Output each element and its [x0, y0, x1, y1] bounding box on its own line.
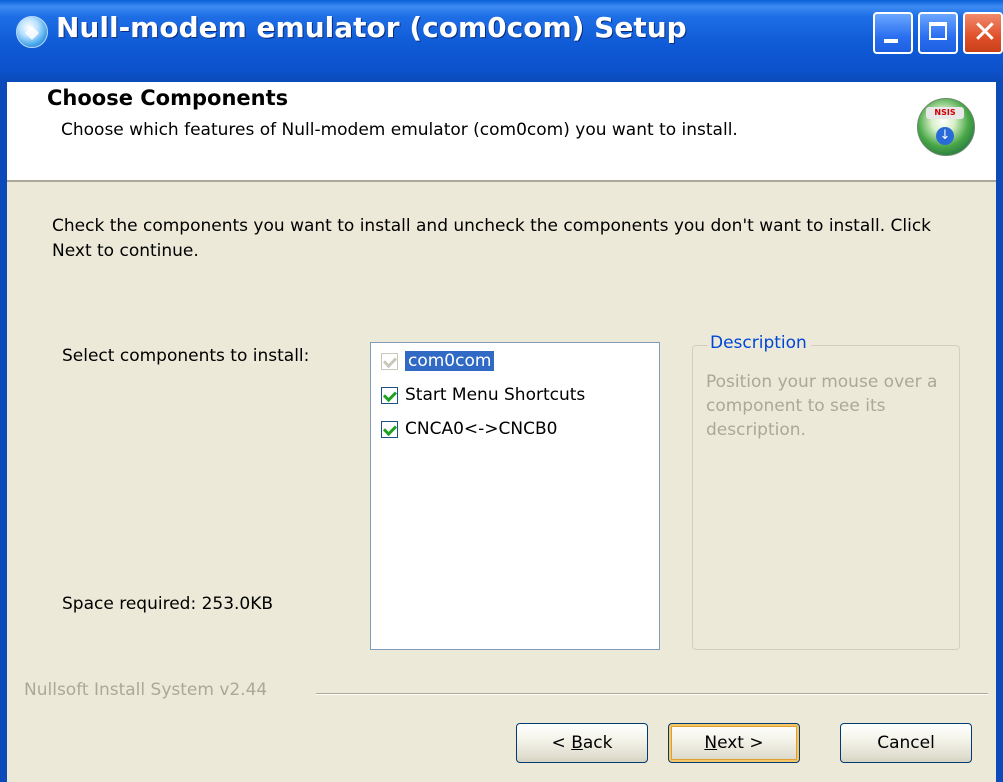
back-button[interactable]: < Back — [516, 723, 648, 763]
page-title: Choose Components — [47, 86, 289, 110]
window-border-right — [996, 82, 1003, 782]
component-label: CNCA0<->CNCB0 — [405, 419, 558, 439]
window-border-left — [0, 82, 7, 782]
title-bar[interactable]: Null-modem emulator (com0com) Setup ✕ — [0, 0, 1003, 82]
next-label-rest: ext > — [717, 733, 764, 753]
branding-text: Nullsoft Install System v2.44 — [24, 680, 268, 700]
header-panel: Choose Components Choose which features … — [7, 82, 996, 182]
back-prefix: < — [551, 733, 572, 753]
component-item-start-menu-shortcuts[interactable]: Start Menu Shortcuts — [381, 381, 585, 409]
minimize-icon — [884, 39, 898, 43]
checkbox-cnca0-cncb0[interactable] — [381, 420, 398, 438]
close-icon: ✕ — [972, 15, 998, 50]
window-title: Null-modem emulator (com0com) Setup — [56, 11, 687, 44]
maximize-button[interactable] — [918, 12, 958, 54]
component-label: com0com — [405, 351, 495, 371]
nsis-installer-icon: NSIS ↓ — [917, 98, 975, 156]
back-accelerator: B — [571, 733, 583, 753]
close-button[interactable]: ✕ — [963, 12, 1003, 54]
cancel-button[interactable]: Cancel — [840, 723, 972, 763]
footer-divider — [316, 693, 988, 695]
component-label: Start Menu Shortcuts — [405, 385, 586, 405]
description-legend: Description — [708, 333, 811, 353]
logo-tag: NSIS — [926, 107, 964, 119]
back-label-rest: ack — [582, 733, 613, 753]
next-accelerator: N — [704, 733, 718, 753]
component-item-cnca0-cncb0[interactable]: CNCA0<->CNCB0 — [381, 415, 557, 443]
select-components-label: Select components to install: — [62, 346, 310, 366]
checkbox-com0com — [381, 352, 398, 370]
maximize-icon — [929, 22, 947, 40]
instructions-text: Check the components you want to install… — [52, 216, 932, 261]
app-icon — [16, 16, 48, 48]
description-text: Position your mouse over a component to … — [706, 372, 938, 440]
checkbox-start-menu-shortcuts[interactable] — [381, 386, 398, 404]
component-item-com0com[interactable]: com0com — [381, 347, 495, 375]
space-required-label: Space required: 253.0KB — [62, 594, 274, 614]
minimize-button[interactable] — [873, 12, 913, 54]
components-tree[interactable]: com0com Start Menu Shortcuts CNCA0<->CNC… — [370, 342, 660, 650]
installer-window: Null-modem emulator (com0com) Setup ✕ Ch… — [0, 0, 1003, 782]
page-subtitle: Choose which features of Null-modem emul… — [61, 120, 738, 140]
next-button[interactable]: Next > — [668, 723, 800, 763]
download-arrow-icon: ↓ — [936, 127, 954, 145]
